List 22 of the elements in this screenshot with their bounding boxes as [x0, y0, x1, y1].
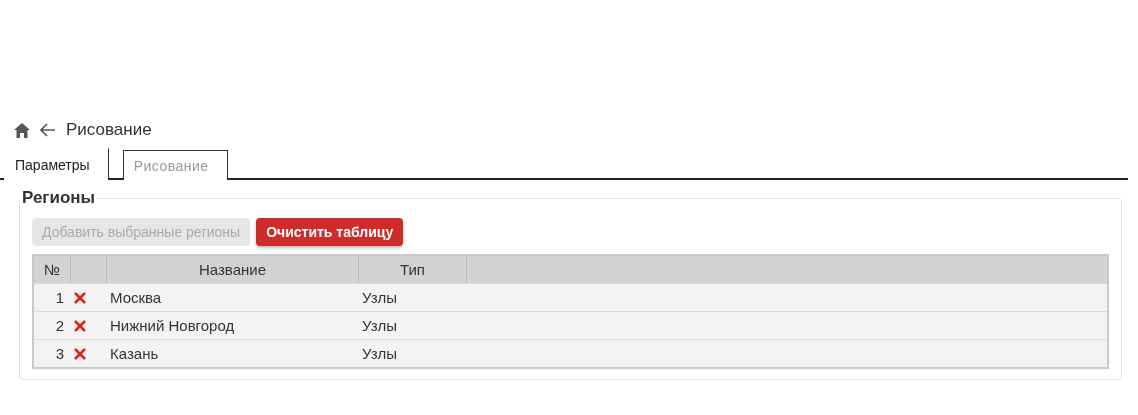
table-cell: Казань	[106, 339, 358, 367]
column-header: Название	[106, 256, 358, 283]
home-icon[interactable]	[14, 122, 30, 138]
column-header: №	[34, 256, 70, 283]
table-cell: Узлы	[358, 311, 466, 339]
delete-icon[interactable]	[74, 347, 86, 360]
delete-icon[interactable]	[74, 291, 86, 304]
row-number: 3	[34, 339, 70, 367]
table-cell: Узлы	[358, 283, 466, 311]
table-cell: Нижний Новгород	[106, 311, 358, 339]
page-title: Рисование	[66, 120, 152, 140]
delete-icon[interactable]	[74, 319, 86, 332]
back-arrow-icon[interactable]	[40, 123, 56, 137]
clear-table-button[interactable]: Очистить таблицу	[256, 218, 404, 246]
tab[interactable]: Параметры	[4, 148, 109, 180]
column-header: Тип	[358, 256, 466, 283]
tab[interactable]: Рисование	[122, 150, 228, 180]
table-cell: Москва	[106, 283, 358, 311]
row-number: 1	[34, 283, 70, 311]
row-number: 2	[34, 311, 70, 339]
table-cell: Узлы	[358, 339, 466, 367]
section-title: Регионы	[21, 188, 97, 208]
